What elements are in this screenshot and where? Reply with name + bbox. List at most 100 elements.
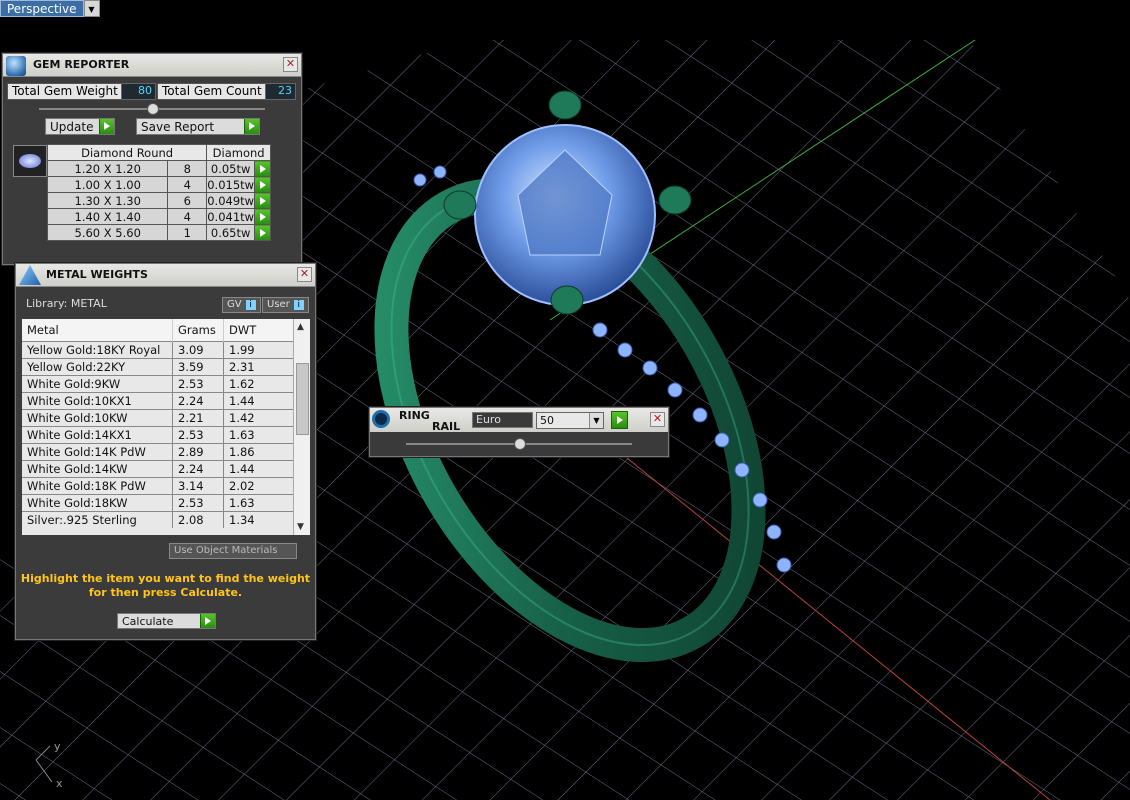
ring-size-value: 50	[540, 414, 554, 427]
metal-name: White Gold:9KW	[22, 375, 173, 393]
metal-name: White Gold:14KX1	[22, 426, 173, 444]
total-gem-count-value: 23	[265, 83, 296, 100]
metal-grams: 2.89	[172, 443, 224, 461]
ring-size-select[interactable]: 50 ▼	[536, 412, 604, 429]
gem-row[interactable]: 1.30 X 1.30 6 0.049tw	[46, 192, 271, 209]
select-gem-button[interactable]	[254, 192, 271, 209]
instruction-text: Highlight the item you want to find the …	[16, 572, 315, 600]
metal-row[interactable]: Yellow Gold:22KY 3.59 2.31	[22, 358, 294, 376]
calculate-button[interactable]: Calculate	[117, 613, 216, 629]
scroll-up-icon[interactable]: ▲	[297, 322, 304, 332]
metal-dwt: 1.62	[223, 375, 294, 393]
scroll-down-icon[interactable]: ▼	[297, 522, 304, 532]
viewport-label[interactable]: Perspective	[0, 0, 84, 17]
metal-row[interactable]: Yellow Gold:18KY Royal 3.09 1.99	[22, 341, 294, 359]
metal-row[interactable]: White Gold:18K PdW 3.14 2.02	[22, 477, 294, 495]
ring-icon	[372, 410, 390, 428]
gv-label: GV	[227, 299, 242, 310]
col-shape-header: Diamond Round	[46, 144, 208, 161]
scrollbar[interactable]: ▲ ▼	[293, 319, 310, 535]
close-icon[interactable]: ✕	[283, 57, 298, 72]
calculate-label: Calculate	[122, 615, 174, 628]
chevron-down-icon[interactable]: ▼	[83, 0, 100, 17]
user-label: User	[267, 299, 290, 310]
chevron-down-icon[interactable]: ▼	[589, 413, 603, 428]
scroll-thumb[interactable]	[296, 363, 309, 435]
use-object-materials-toggle[interactable]: Use Object Materials	[169, 543, 297, 559]
user-toggle[interactable]: User i	[262, 297, 309, 313]
metal-list[interactable]: Metal Grams DWT Yellow Gold:18KY Royal 3.…	[22, 319, 310, 535]
gem-reporter-titlebar[interactable]: GEM REPORTER ✕	[3, 54, 301, 77]
metal-weights-title: METAL WEIGHTS	[46, 268, 148, 281]
gem-row[interactable]: 1.40 X 1.40 4 0.041tw	[46, 208, 271, 225]
metal-weights-titlebar[interactable]: METAL WEIGHTS ✕	[16, 264, 315, 287]
gem-row[interactable]: 1.20 X 1.20 8 0.05tw	[46, 160, 271, 177]
gem-size: 1.40 X 1.40	[46, 208, 169, 225]
metal-name: White Gold:10KX1	[22, 392, 173, 410]
metal-grams: 2.53	[172, 426, 224, 444]
ring-rail-title-1: RING	[399, 409, 430, 422]
axis-x-label: x	[56, 777, 63, 790]
metal-row[interactable]: White Gold:10KW 2.21 1.42	[22, 409, 294, 427]
info-icon: i	[245, 300, 256, 310]
play-icon	[200, 614, 215, 628]
metal-dwt: 1.86	[223, 443, 294, 461]
total-gem-count-label: Total Gem Count	[157, 83, 266, 100]
gem-count: 1	[167, 224, 208, 241]
gem-row[interactable]: 5.60 X 5.60 1 0.65tw	[46, 224, 271, 241]
select-gem-button[interactable]	[254, 160, 271, 177]
info-icon: i	[293, 300, 304, 310]
use-object-materials-label: Use Object Materials	[174, 545, 278, 556]
metal-row[interactable]: White Gold:9KW 2.53 1.62	[22, 375, 294, 393]
size-system-field[interactable]: Euro	[472, 412, 533, 428]
metal-grams: 2.53	[172, 494, 224, 512]
slider-knob[interactable]	[147, 103, 159, 115]
gem-thumbnail[interactable]	[13, 145, 47, 177]
col-grams-header[interactable]: Grams	[172, 319, 224, 342]
play-icon	[99, 119, 114, 134]
close-icon[interactable]: ✕	[650, 412, 665, 427]
gem-reporter-panel: GEM REPORTER ✕ Total Gem Weight 80 Total…	[2, 53, 302, 265]
metal-row[interactable]: White Gold:18KW 2.53 1.63	[22, 494, 294, 512]
gem-tw: 0.015tw	[206, 176, 256, 193]
play-icon	[244, 119, 259, 134]
gem-slider[interactable]	[39, 103, 265, 115]
col-metal-header[interactable]: Metal	[22, 319, 173, 342]
metal-name: White Gold:18K PdW	[22, 477, 173, 495]
metal-dwt: 1.63	[223, 494, 294, 512]
select-gem-button[interactable]	[254, 208, 271, 225]
metal-dwt: 1.44	[223, 460, 294, 478]
metal-row[interactable]: White Gold:14KX1 2.53 1.63	[22, 426, 294, 444]
col-dwt-header[interactable]: DWT	[223, 319, 294, 342]
metal-dwt: 1.34	[223, 511, 294, 528]
metal-grams: 3.09	[172, 341, 224, 359]
gv-toggle[interactable]: GV i	[222, 297, 261, 313]
apply-button[interactable]	[611, 411, 628, 429]
diamond-icon	[19, 154, 41, 168]
save-report-button[interactable]: Save Report	[136, 118, 260, 135]
gem-reporter-title: GEM REPORTER	[33, 58, 130, 71]
update-button[interactable]: Update	[45, 118, 115, 135]
axis-y-label: y	[54, 740, 61, 753]
ring-rail-titlebar[interactable]: RING RAIL Euro 50 ▼ ✕	[370, 408, 668, 433]
metal-row[interactable]: White Gold:14K PdW 2.89 1.86	[22, 443, 294, 461]
slider-knob[interactable]	[514, 438, 526, 450]
metal-row[interactable]: White Gold:14KW 2.24 1.44	[22, 460, 294, 478]
select-gem-button[interactable]	[254, 224, 271, 241]
ring-rail-title-2: RAIL	[432, 420, 461, 433]
gem-row[interactable]: 1.00 X 1.00 4 0.015tw	[46, 176, 271, 193]
metal-name: Yellow Gold:18KY Royal	[22, 341, 173, 359]
gem-size: 5.60 X 5.60	[46, 224, 169, 241]
metal-dwt: 1.42	[223, 409, 294, 427]
metal-dwt: 2.02	[223, 477, 294, 495]
metal-dwt: 1.63	[223, 426, 294, 444]
viewport-selector[interactable]: Perspective ▼	[0, 0, 100, 17]
metal-dwt: 1.44	[223, 392, 294, 410]
ring-size-slider[interactable]	[406, 438, 632, 450]
metal-grams: 2.21	[172, 409, 224, 427]
metal-row[interactable]: Silver:.925 Sterling 2.08 1.34	[22, 511, 294, 528]
metal-row[interactable]: White Gold:10KX1 2.24 1.44	[22, 392, 294, 410]
metal-grams: 2.24	[172, 460, 224, 478]
close-icon[interactable]: ✕	[297, 267, 312, 282]
select-gem-button[interactable]	[254, 176, 271, 193]
